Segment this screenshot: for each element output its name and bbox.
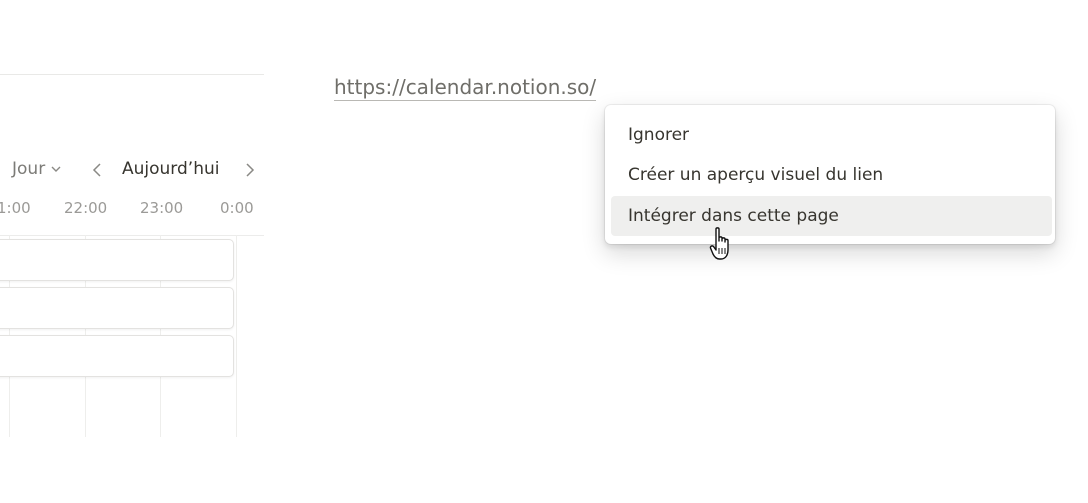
chevron-left-icon[interactable] xyxy=(90,161,104,179)
view-selector[interactable]: Jour xyxy=(12,159,62,179)
calendar-event[interactable] xyxy=(0,239,234,281)
menu-item-create-bookmark[interactable]: Créer un aperçu visuel du lien xyxy=(611,155,1052,195)
page: Jour Aujourd’hui 1:00 22:00 23:00 0:00 h… xyxy=(0,0,1088,503)
paste-options-menu: Ignorer Créer un aperçu visuel du lien I… xyxy=(605,105,1055,244)
chevron-down-icon xyxy=(51,166,61,172)
hand-pointer-cursor-icon xyxy=(709,227,729,260)
hour-label: 0:00 xyxy=(220,199,254,217)
chevron-right-icon[interactable] xyxy=(243,161,257,179)
calendar-event[interactable] xyxy=(0,287,234,329)
calendar-embed: Jour Aujourd’hui 1:00 22:00 23:00 0:00 xyxy=(0,74,264,437)
view-selector-label: Jour xyxy=(12,159,46,179)
hour-label: 22:00 xyxy=(64,199,108,217)
hour-labels: 1:00 22:00 23:00 0:00 xyxy=(0,199,264,223)
calendar-event[interactable] xyxy=(0,335,234,377)
grid-line xyxy=(236,235,237,437)
hour-label: 1:00 xyxy=(0,199,31,217)
menu-item-dismiss[interactable]: Ignorer xyxy=(611,115,1052,155)
menu-item-embed[interactable]: Intégrer dans cette page xyxy=(611,196,1052,236)
today-button[interactable]: Aujourd’hui xyxy=(122,159,219,179)
grid-divider xyxy=(0,235,264,236)
calendar-toolbar: Jour Aujourd’hui xyxy=(0,159,264,183)
pasted-url-link[interactable]: https://calendar.notion.so/ xyxy=(334,74,597,101)
hour-label: 23:00 xyxy=(140,199,184,217)
